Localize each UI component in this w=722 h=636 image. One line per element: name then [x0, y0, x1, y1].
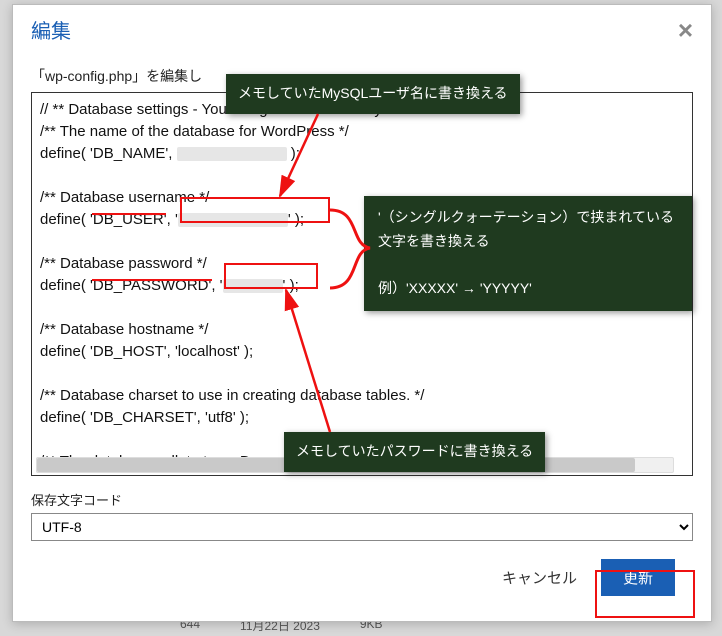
- modal-title: 編集: [31, 15, 71, 44]
- cancel-button[interactable]: キャンセル: [502, 567, 577, 588]
- update-button[interactable]: 更新: [601, 559, 675, 596]
- annotation-user-note: メモしていたMySQLユーザ名に書き換える: [226, 74, 520, 114]
- annotation-pass-note: メモしていたパスワードに書き換える: [284, 432, 545, 472]
- annotation-quote-note: '（シングルクォーテーション）で挟まれている文字を書き換える 例）'XXXXX'…: [364, 196, 692, 311]
- close-icon[interactable]: ×: [678, 17, 693, 43]
- encoding-select[interactable]: UTF-8: [31, 513, 693, 541]
- modal-header: 編集 ×: [13, 5, 711, 52]
- encoding-label: 保存文字コード: [31, 490, 693, 509]
- modal-footer: キャンセル 更新: [31, 541, 693, 596]
